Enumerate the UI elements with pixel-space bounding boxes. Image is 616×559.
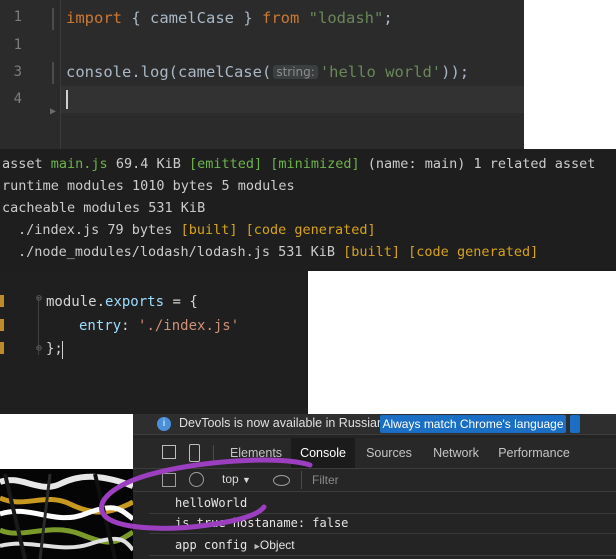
parameter-hint: string: [273, 65, 318, 79]
match-language-button[interactable]: Always match Chrome's language [380, 415, 566, 433]
terminal-line-module: ./index.js 79 bytes [built] [code genera… [18, 222, 376, 238]
code-editor-config[interactable]: ⊖ ⊖ module.exports = { entry: './index.j… [0, 271, 308, 414]
code-editor-top[interactable]: 1 1 3 4 ▶ import { camelCase } from "lod… [0, 0, 524, 149]
infobar-message: DevTools is now available in Russian! [179, 416, 388, 430]
text-cursor [66, 90, 68, 109]
line-number: 3 [13, 64, 22, 80]
tab-network[interactable]: Network [423, 438, 489, 468]
current-line-highlight [61, 86, 524, 113]
code-line-1: import { camelCase } from "lodash"; [66, 9, 393, 27]
console-divider [149, 555, 616, 556]
terminal-line-asset: asset main.js 69.4 KiB [emitted] [minimi… [2, 156, 596, 172]
annotation-ellipse [99, 457, 313, 531]
info-icon: i [157, 417, 171, 431]
terminal-line-runtime: runtime modules 1010 bytes 5 modules [2, 178, 295, 194]
tab-performance[interactable]: Performance [489, 438, 579, 468]
change-marker [0, 295, 4, 307]
code-line-3: console.log(camelCase(string:'hello worl… [66, 63, 470, 81]
change-marker [0, 319, 4, 331]
fold-marker [52, 8, 54, 30]
line-gutter: 1 1 3 4 ▶ [0, 0, 61, 149]
terminal-line-module: ./node_modules/lodash/lodash.js 531 KiB … [18, 244, 539, 260]
line-number: 4 [13, 91, 22, 107]
terminal-output: asset main.js 69.4 KiB [emitted] [minimi… [0, 149, 616, 271]
terminal-line-cacheable: cacheable modules 531 KiB [2, 200, 206, 216]
change-marker [0, 342, 4, 354]
language-infobar: i DevTools is now available in Russian! … [133, 414, 616, 435]
infobar-secondary-button[interactable] [570, 415, 580, 433]
fold-icon[interactable]: ⊖ [36, 343, 42, 354]
object-label[interactable]: Object [260, 538, 295, 552]
line-number: 1 [13, 37, 22, 53]
line-number: 1 [13, 9, 22, 25]
fold-marker [52, 62, 54, 84]
console-message: app config ▶Object [175, 538, 295, 552]
text-cursor [62, 341, 63, 359]
run-arrow-icon[interactable]: ▶ [50, 106, 56, 117]
fold-icon[interactable]: ⊖ [36, 293, 42, 304]
tab-sources[interactable]: Sources [355, 438, 423, 468]
code-line-3: }; [46, 341, 63, 357]
code-line-2: entry: './index.js' [79, 318, 240, 334]
code-line-1: module.exports = { [46, 294, 198, 310]
